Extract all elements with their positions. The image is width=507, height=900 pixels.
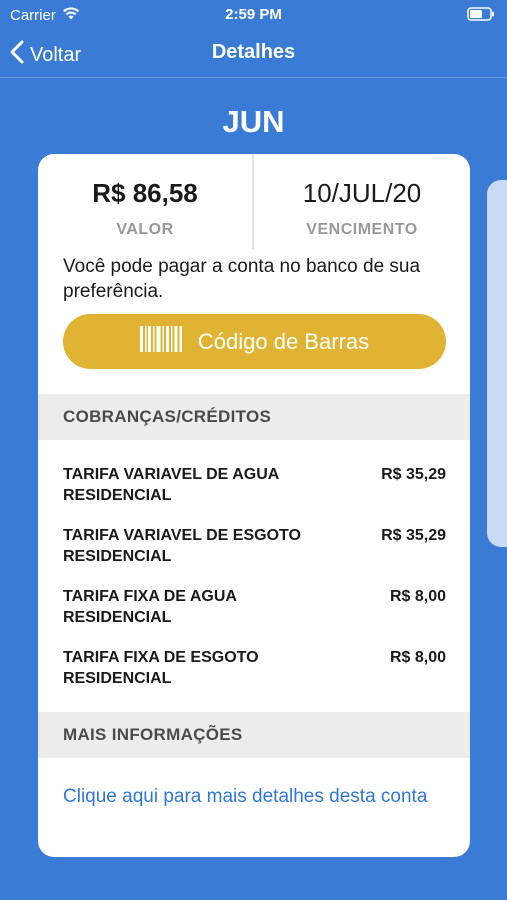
charges-section-header: COBRANÇAS/CRÉDITOS xyxy=(38,394,470,440)
status-bar: Carrier 2:59 PM xyxy=(0,0,507,30)
status-time: 2:59 PM xyxy=(225,6,282,23)
charge-row: TARIFA VARIAVEL DE AGUA RESIDENCIAL R$ 3… xyxy=(63,464,446,525)
battery-icon xyxy=(467,7,495,25)
bill-summary: R$ 86,58 VALOR 10/JUL/20 VENCIMENTO xyxy=(38,154,470,249)
next-card-peek[interactable] xyxy=(487,180,507,547)
due-date-value: 10/JUL/20 xyxy=(302,178,422,208)
amount-value: R$ 86,58 xyxy=(92,178,198,208)
charges-list: TARIFA VARIAVEL DE AGUA RESIDENCIAL R$ 3… xyxy=(63,464,446,708)
month-heading: JUN xyxy=(222,104,285,139)
charge-row: TARIFA FIXA DE ESGOTO RESIDENCIAL R$ 8,0… xyxy=(63,647,446,708)
navigation-bar: Voltar Detalhes xyxy=(0,30,507,78)
charge-name: TARIFA FIXA DE AGUA RESIDENCIAL xyxy=(63,588,237,626)
barcode-icon xyxy=(139,325,182,358)
due-date-column: 10/JUL/20 VENCIMENTO xyxy=(254,178,470,239)
charge-amount: R$ 8,00 xyxy=(389,649,446,666)
charge-name: TARIFA VARIAVEL DE ESGOTO RESIDENCIAL xyxy=(63,527,301,565)
amount-label: VALOR xyxy=(116,221,174,238)
charge-row: TARIFA FIXA DE AGUA RESIDENCIAL R$ 8,00 xyxy=(63,586,446,647)
bill-card: R$ 86,58 VALOR 10/JUL/20 VENCIMENTO Você… xyxy=(38,154,470,857)
charge-amount: R$ 35,29 xyxy=(381,466,446,483)
page-title: Detalhes xyxy=(211,41,296,63)
charge-amount: R$ 8,00 xyxy=(389,588,446,605)
payment-info-text: Você pode pagar a conta no banco de sua … xyxy=(63,256,421,302)
more-info-section-header: MAIS INFORMAÇÕES xyxy=(38,712,470,758)
amount-column: R$ 86,58 VALOR xyxy=(38,178,252,239)
more-details-link[interactable]: Clique aqui para mais detalhes desta con… xyxy=(63,784,433,809)
charge-amount: R$ 35,29 xyxy=(381,527,446,544)
charge-row: TARIFA VARIAVEL DE ESGOTO RESIDENCIAL R$… xyxy=(63,525,446,586)
charge-name: TARIFA FIXA DE ESGOTO RESIDENCIAL xyxy=(63,649,259,687)
barcode-button-label: Código de Barras xyxy=(197,328,370,354)
barcode-button[interactable]: Código de Barras xyxy=(63,314,446,369)
charge-name: TARIFA VARIAVEL DE AGUA RESIDENCIAL xyxy=(63,466,279,504)
due-date-label: VENCIMENTO xyxy=(306,221,418,238)
